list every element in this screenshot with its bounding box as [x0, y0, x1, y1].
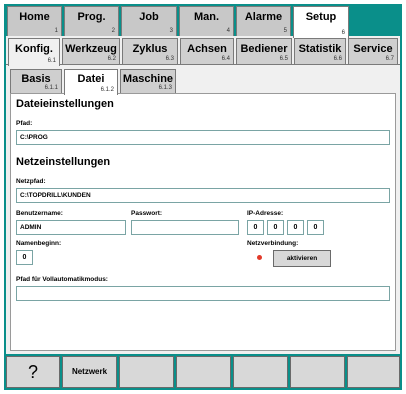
tab-label: Maschine: [122, 73, 174, 85]
tab-number: 1: [54, 28, 58, 34]
tab-number: 3: [169, 28, 173, 34]
tab-number: 6.4: [221, 56, 230, 62]
softkey-5[interactable]: [233, 356, 288, 388]
datei-heading: Dateieinstellungen: [16, 98, 114, 110]
tab-bediener[interactable]: Bediener 6.5: [236, 38, 292, 64]
tab-service[interactable]: Service 6.7: [348, 38, 398, 64]
softkey-bar: ? Netzwerk: [6, 356, 400, 390]
namensbeginn-label: Namenbeginn:: [16, 240, 62, 247]
help-button[interactable]: ?: [6, 356, 60, 388]
tab-label: Basis: [21, 73, 51, 85]
softkey-4[interactable]: [176, 356, 231, 388]
tab-label: Setup: [305, 11, 337, 23]
tab-datei[interactable]: Datei 6.1.2: [64, 69, 118, 95]
ip-octet-2[interactable]: 0: [267, 220, 284, 235]
aktivieren-button[interactable]: aktivieren: [273, 250, 331, 267]
pfad-field[interactable]: C:\PROG: [16, 130, 390, 145]
status-indicator-icon: [257, 255, 262, 260]
passwort-label: Passwort:: [131, 210, 163, 217]
tab-label: Job: [139, 11, 159, 23]
datei-content: Dateieinstellungen Pfad: C:\PROG Netzein…: [10, 93, 396, 351]
ip-octet-3[interactable]: 0: [287, 220, 304, 235]
tab-statistik[interactable]: Statistik 6.6: [294, 38, 346, 64]
vollauto-field[interactable]: [16, 286, 390, 301]
tab-label: Statistik: [298, 43, 342, 55]
tab-number: 6.1.3: [158, 85, 172, 91]
tab-basis[interactable]: Basis 6.1.1: [10, 69, 62, 93]
verbindung-label: Netzverbindung:: [247, 240, 299, 247]
tab-number: 6: [341, 30, 345, 36]
tab-number: 2: [111, 28, 115, 34]
tab-achsen[interactable]: Achsen 6.4: [180, 38, 234, 64]
benutzer-field[interactable]: ADMIN: [16, 220, 126, 235]
tab-maschine[interactable]: Maschine 6.1.3: [120, 69, 176, 93]
tab-home[interactable]: Home 1: [7, 6, 62, 36]
softkey-6[interactable]: [290, 356, 345, 388]
tab-number: 6.7: [385, 56, 394, 62]
tab-number: 6.2: [107, 56, 116, 62]
netzpfad-field[interactable]: C:\TOPDRILL\KUNDEN: [16, 188, 390, 203]
tab-label: Home: [19, 11, 50, 23]
vollauto-label: Pfad für Vollautomatikmodus:: [16, 276, 108, 283]
tab-label: Achsen: [187, 43, 227, 55]
tab-zyklus[interactable]: Zyklus 6.3: [122, 38, 178, 64]
tab-job[interactable]: Job 3: [121, 6, 177, 36]
konfig-panel: Basis 6.1.1 Datei 6.1.2 Maschine 6.1.3 D…: [6, 64, 400, 354]
tab-number: 4: [226, 28, 230, 34]
tab-konfig[interactable]: Konfig. 6.1: [8, 38, 60, 66]
tab-number: 6.5: [279, 56, 288, 62]
tab-label: Man.: [193, 11, 220, 23]
netz-heading: Netzeinstellungen: [16, 156, 111, 168]
tab-label: Werkzeug: [65, 43, 117, 55]
tab-werkzeug[interactable]: Werkzeug 6.2: [62, 38, 120, 64]
tab-number: 6.1.1: [44, 85, 58, 91]
app-frame: Home 1 Prog. 2 Job 3 Man. 4 Alarme 5 Set…: [4, 4, 402, 390]
netzwerk-button[interactable]: Netzwerk: [62, 356, 117, 388]
setup-tab-bar: Konfig. 6.1 Werkzeug 6.2 Zyklus 6.3 Achs…: [6, 38, 400, 66]
tab-alarme[interactable]: Alarme 5: [236, 6, 291, 36]
namensbeginn-field[interactable]: 0: [16, 250, 33, 265]
setup-panel: Konfig. 6.1 Werkzeug 6.2 Zyklus 6.3 Achs…: [6, 36, 400, 354]
tab-setup[interactable]: Setup 6: [293, 6, 349, 38]
tab-label: Datei: [77, 73, 105, 85]
tab-number: 6.6: [333, 56, 342, 62]
tab-label: Bediener: [240, 43, 288, 55]
tab-label: Alarme: [244, 11, 283, 23]
tab-label: Konfig.: [15, 43, 53, 55]
tab-number: 6.1: [47, 58, 56, 64]
passwort-field[interactable]: [131, 220, 239, 235]
benutzer-label: Benutzername:: [16, 210, 63, 217]
netzpfad-label: Netzpfad:: [16, 178, 46, 185]
tab-number: 6.3: [165, 56, 174, 62]
tab-number: 5: [283, 28, 287, 34]
tab-label: Prog.: [77, 11, 106, 23]
tab-label: Service: [353, 43, 393, 55]
pfad-label: Pfad:: [16, 120, 33, 127]
tab-label: Zyklus: [132, 43, 168, 55]
softkey-3[interactable]: [119, 356, 174, 388]
softkey-7[interactable]: [347, 356, 400, 388]
tab-number: 6.1.2: [100, 87, 114, 93]
main-tab-bar: Home 1 Prog. 2 Job 3 Man. 4 Alarme 5 Set…: [4, 6, 402, 38]
tab-man[interactable]: Man. 4: [179, 6, 234, 36]
tab-prog[interactable]: Prog. 2: [64, 6, 119, 36]
ip-label: IP-Adresse:: [247, 210, 284, 217]
ip-octet-4[interactable]: 0: [307, 220, 324, 235]
ip-octet-1[interactable]: 0: [247, 220, 264, 235]
